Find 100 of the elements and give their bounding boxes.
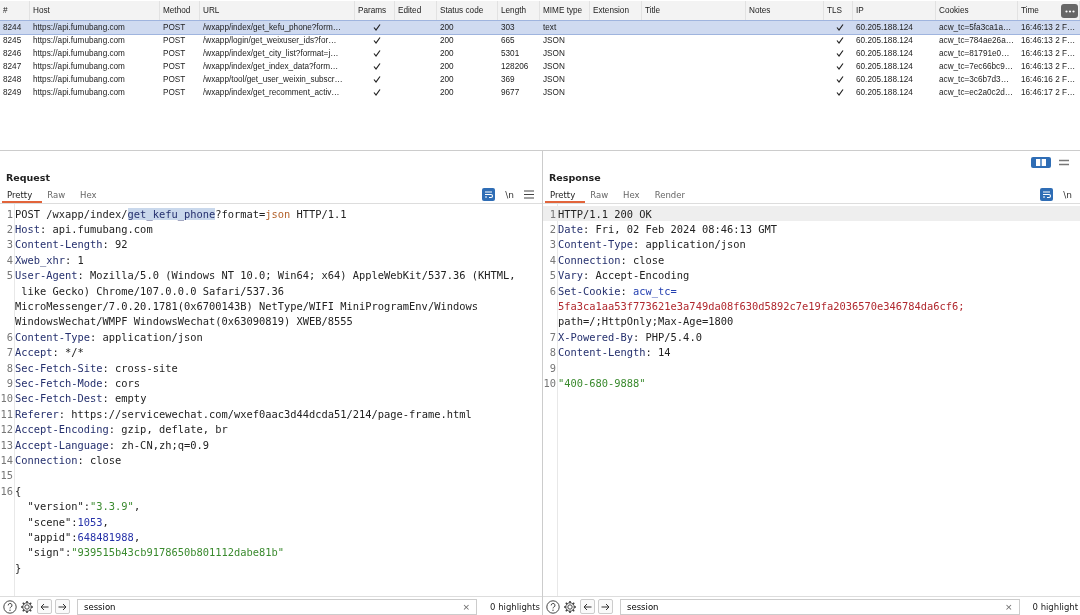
column-header[interactable]: MIME type xyxy=(543,6,583,15)
right-arrow-icon xyxy=(58,602,67,611)
column-header[interactable]: Host xyxy=(33,6,50,15)
newline-toggle[interactable]: \n xyxy=(505,189,514,200)
wrap-icon[interactable] xyxy=(1040,188,1054,201)
view-tab[interactable]: Pretty xyxy=(545,186,586,203)
table-cell: acw_tc=784ae26a… xyxy=(939,36,1014,45)
table-cell: 8248 xyxy=(3,75,22,84)
line-number: 8 xyxy=(5,361,14,374)
column-header[interactable]: TLS xyxy=(827,6,843,15)
table-row[interactable]: 8247 https://api.fumubang.com POST /wxapp/index/get_index_data?form… 200 128206 JSON 60.205.188.124 acw_tc=7ec66bc9… 16:46:13 2 F… xyxy=(0,60,1080,73)
column-header[interactable]: Notes xyxy=(749,6,771,15)
view-tab[interactable]: Hex xyxy=(618,186,650,203)
forward-button[interactable] xyxy=(598,599,613,614)
line-number: 10 xyxy=(0,392,14,405)
table-cell: 60.205.188.124 xyxy=(856,75,913,84)
line-number: 2 xyxy=(548,223,557,236)
column-header[interactable]: Title xyxy=(645,6,661,15)
table-row[interactable]: 8245 https://api.fumubang.com POST /wxapp/login/get_weixuser_ids?for… 200 665 JSON 60.205.188.124 acw_tc=784ae26a… 16:46:13 2 F… xyxy=(0,34,1080,47)
table-row[interactable]: 8249 https://api.fumubang.com POST /wxapp/index/get_recomment_activ… 200 9677 JSON 60.205.188.124 acw_tc=ec2a0c2d… 16:46:17 2 F… xyxy=(0,86,1080,99)
code-line: Content-Type: application/json xyxy=(15,330,203,343)
table-cell: acw_tc=7ec66bc9… xyxy=(939,62,1013,71)
search-field[interactable]: session × xyxy=(77,598,478,615)
table-cell: 8249 xyxy=(3,88,22,97)
view-tab[interactable]: Raw xyxy=(585,186,619,203)
pane-title: Request xyxy=(5,171,51,185)
column-header[interactable]: # xyxy=(3,6,8,15)
pane-title: Response xyxy=(548,171,602,185)
column-header[interactable]: Params xyxy=(358,6,387,15)
table-row[interactable]: 8246 https://api.fumubang.com POST /wxapp/index/get_city_list?format=j… 200 5301 JSON 60.205.188.124 acw_tc=81791e0… 16:46:13 2 F… xyxy=(0,47,1080,60)
table-cell: JSON xyxy=(543,36,565,45)
line-number: 13 xyxy=(0,438,14,451)
column-header[interactable]: URL xyxy=(203,6,220,15)
help-icon[interactable] xyxy=(3,599,17,614)
table-cell: https://api.fumubang.com xyxy=(33,75,125,84)
code-line: "400-680-9888" xyxy=(558,377,646,389)
table-cell: /wxapp/index/get_recomment_activ… xyxy=(203,88,340,97)
table-cell: https://api.fumubang.com xyxy=(33,62,125,71)
table-cell: 60.205.188.124 xyxy=(856,88,913,97)
code-line: Vary: Accept-Encoding xyxy=(558,269,690,282)
table-cell: acw_tc=3c6b7d3… xyxy=(939,75,1009,84)
view-tab[interactable]: Render xyxy=(649,186,695,203)
settings-icon[interactable] xyxy=(563,599,577,614)
line-number: 15 xyxy=(0,469,14,482)
search-field[interactable]: session × xyxy=(620,598,1020,615)
column-header[interactable]: Edited xyxy=(398,6,422,15)
table-cell: POST xyxy=(163,23,186,32)
more-icon[interactable] xyxy=(1061,4,1078,18)
line-number: 4 xyxy=(548,253,557,266)
code-line: path=/;HttpOnly;Max-Age=1800 xyxy=(558,315,734,328)
forward-button[interactable] xyxy=(55,599,70,614)
code-line: "version":"3.3.9", xyxy=(26,500,141,513)
table-cell: 128206 xyxy=(501,62,529,71)
line-number: 7 xyxy=(548,330,557,343)
table-cell: POST xyxy=(163,75,186,84)
table-row[interactable]: 8248 https://api.fumubang.com POST /wxapp/tool/get_user_weixin_subscr… 200 369 JSON 60.205.188.124 acw_tc=3c6b7d3… 16:46:16 2 F… xyxy=(0,73,1080,86)
code-line: Xweb_xhr: 1 xyxy=(15,253,84,266)
line-number: 2 xyxy=(5,223,14,236)
table-cell: 8245 xyxy=(3,36,22,45)
table-row[interactable]: 8244 https://api.fumubang.com POST /wxapp/index/get_kefu_phone?form… 200 303 text 60.205.188.124 acw_tc=5fa3ca1a… 16:46:13 2 F… xyxy=(0,21,1080,34)
column-header[interactable]: Method xyxy=(163,6,191,15)
column-header[interactable]: Extension xyxy=(593,6,629,15)
column-header[interactable]: Status code xyxy=(440,6,484,15)
line-number: 3 xyxy=(5,238,14,251)
table-cell: JSON xyxy=(543,88,565,97)
view-tab[interactable]: Raw xyxy=(42,186,76,203)
clear-button[interactable]: × xyxy=(1004,601,1013,612)
menu-icon[interactable] xyxy=(524,190,534,199)
table-cell: acw_tc=5fa3ca1a… xyxy=(939,23,1012,32)
code-line: Accept: */* xyxy=(15,346,84,359)
view-tab[interactable]: Pretty xyxy=(2,186,43,203)
help-icon[interactable] xyxy=(546,599,560,614)
table-cell: 16:46:16 2 F… xyxy=(1021,75,1076,84)
line-number: 3 xyxy=(548,238,557,251)
column-header[interactable]: Length xyxy=(501,6,527,15)
back-button[interactable] xyxy=(580,599,595,614)
line-number: 10 xyxy=(543,377,557,389)
code-line: User-Agent: Mozilla/5.0 (Windows NT 10.0; Win64; x64) AppleWebKit/537.36 (KHTML, xyxy=(15,269,516,282)
line-number: 5 xyxy=(5,269,14,282)
split-view-icon[interactable] xyxy=(1031,157,1051,168)
table-cell: /wxapp/index/get_city_list?format=j… xyxy=(203,49,339,58)
highlight-count: 0 highlights xyxy=(489,601,541,612)
newline-toggle[interactable]: \n xyxy=(1063,189,1072,200)
code-line: WindowsWechat/WMPF WindowsWechat(0x63090819) XWEB/8555 xyxy=(15,315,353,328)
wrap-icon[interactable] xyxy=(482,188,496,201)
code-line: "appid":648481988, xyxy=(26,530,141,543)
table-cell: JSON xyxy=(543,62,565,71)
table-cell: acw_tc=ec2a0c2d… xyxy=(939,88,1013,97)
code-line: Content-Length: 92 xyxy=(15,238,128,251)
column-header[interactable]: Time xyxy=(1021,6,1039,15)
line-number: 8 xyxy=(548,346,557,359)
settings-icon[interactable] xyxy=(20,599,34,614)
view-tab[interactable]: Hex xyxy=(75,186,107,203)
column-header[interactable]: IP xyxy=(856,6,864,15)
back-button[interactable] xyxy=(37,599,52,614)
code-line: Connection: close xyxy=(15,453,122,466)
column-header[interactable]: Cookies xyxy=(939,6,969,15)
clear-button[interactable]: × xyxy=(462,601,471,612)
code-line: Sec-Fetch-Dest: empty xyxy=(15,392,147,405)
table-cell: https://api.fumubang.com xyxy=(33,49,125,58)
